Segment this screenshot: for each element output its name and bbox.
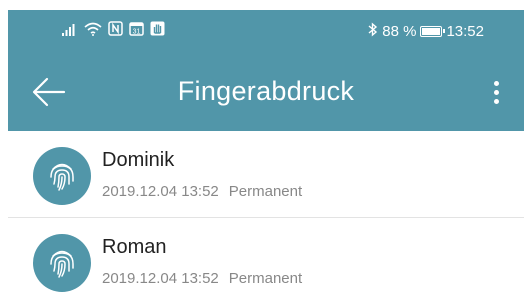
fingerprint-date: 2019.12.04 13:52 — [102, 270, 219, 287]
bluetooth-icon — [368, 21, 378, 41]
fingerprint-icon — [33, 147, 91, 205]
battery-percentage: 88 % — [382, 22, 417, 40]
page-title: Fingerabdruck — [177, 76, 355, 106]
fingerprint-list: Dominik 2019.12.04 13:52 Permanent Roman — [8, 131, 524, 303]
status-bar: 31 88 % 13:52 — [8, 10, 524, 52]
fingerprint-meta: 2019.12.04 13:52 Permanent — [102, 270, 302, 287]
fingerprint-type: Permanent — [228, 183, 303, 200]
status-icons-left: 31 — [62, 21, 165, 41]
toolbar: Fingerabdruck — [8, 52, 524, 131]
more-menu-button[interactable] — [484, 76, 508, 108]
fingerprint-icon — [33, 234, 91, 292]
battery-icon — [420, 25, 446, 37]
fingerprint-item-roman[interactable]: Roman 2019.12.04 13:52 Permanent — [8, 217, 524, 303]
app-bar: 31 88 % 13:52 Fingerabdruck — [8, 10, 524, 131]
app-screen: 31 88 % 13:52 Fingerabdruck Dominik 2019… — [8, 10, 524, 300]
fingerprint-item-dominik[interactable]: Dominik 2019.12.04 13:52 Permanent — [8, 131, 524, 217]
fingerprint-date: 2019.12.04 13:52 — [102, 183, 219, 200]
more-vertical-icon — [493, 80, 499, 104]
fingerprint-name: Roman — [102, 236, 167, 258]
signal-icon — [62, 22, 78, 41]
wifi-icon — [84, 22, 102, 41]
status-icons-right: 88 % 13:52 — [368, 21, 484, 41]
hand-icon — [150, 21, 165, 41]
clock: 13:52 — [446, 22, 484, 40]
nfc-icon — [108, 21, 123, 41]
fingerprint-meta: 2019.12.04 13:52 Permanent — [102, 183, 302, 200]
calendar-icon: 31 — [129, 21, 144, 41]
calendar-day: 31 — [133, 29, 141, 36]
fingerprint-name: Dominik — [102, 149, 175, 171]
fingerprint-type: Permanent — [228, 270, 303, 287]
